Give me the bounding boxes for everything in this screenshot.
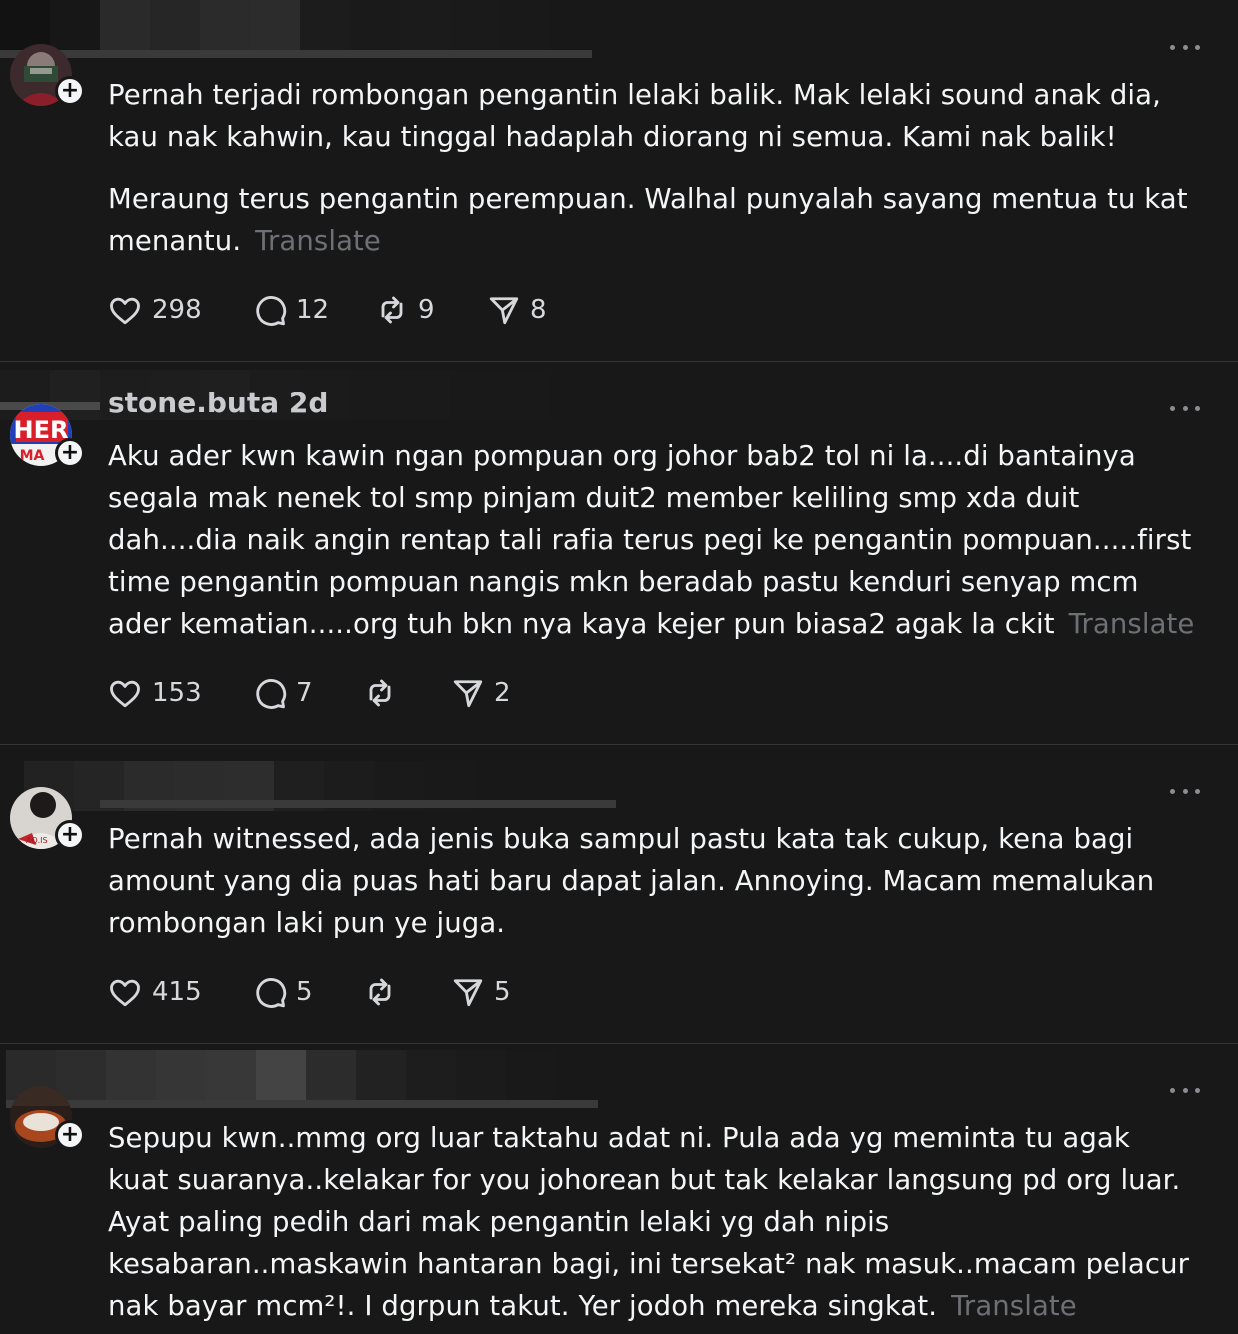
username-partial[interactable]: stone.buta 2d [108,392,368,416]
action-bar: 298 12 9 8 [106,290,547,330]
translate-link[interactable]: Translate [951,1290,1077,1322]
share-count: 2 [494,678,511,708]
post-text: Pernah terjadi rombongan pengantin lelak… [108,74,1198,262]
repost-button[interactable]: 9 [374,292,486,328]
reply-post: + Sepupu kwn..mmg org luar taktahu adat … [0,1044,1238,1334]
like-count: 298 [152,295,202,325]
repost-arrows-icon [369,679,391,707]
like-button[interactable]: 153 [106,675,252,711]
post-paragraph: Aku ader kwn kawin ngan pompuan org joho… [108,440,1192,640]
reply-count: 5 [296,977,313,1007]
reply-button[interactable]: 5 [252,974,362,1010]
more-dots-icon[interactable] [1170,786,1200,796]
more-dots-icon[interactable] [1170,42,1200,52]
post-text: Aku ader kwn kawin ngan pompuan org joho… [108,435,1198,645]
share-count: 8 [530,295,547,325]
reply-count: 7 [296,678,313,708]
repost-arrows-icon [369,978,391,1006]
svg-text:AQ.IS: AQ.IS [26,836,48,845]
follow-plus-icon[interactable]: + [55,1120,85,1150]
reply-post: + Pernah terjadi rombongan pengantin lel… [0,0,1238,362]
action-bar: 153 7 2 [106,673,511,713]
redacted-username [24,761,624,819]
reply-post: AQ.IS + Pernah witnessed, ada jenis buka… [0,745,1238,1044]
post-text: Pernah witnessed, ada jenis buka sampul … [108,818,1198,944]
reply-post: stone.buta 2d HER MA + Aku ader kwn kawi… [0,362,1238,745]
like-button[interactable]: 298 [106,292,252,328]
heart-outline-icon [110,680,140,708]
speech-bubble-icon [256,679,287,709]
action-bar: 415 5 5 [106,972,511,1012]
repost-count: 9 [418,295,435,325]
translate-link[interactable]: Translate [1069,608,1195,640]
reply-button[interactable]: 12 [252,292,374,328]
reply-count: 12 [296,295,330,325]
follow-plus-icon[interactable]: + [55,76,85,106]
like-button[interactable]: 415 [106,974,252,1010]
post-paragraph: Pernah witnessed, ada jenis buka sampul … [108,823,1155,939]
repost-button[interactable] [362,675,450,711]
repost-button[interactable] [362,974,450,1010]
translate-link[interactable]: Translate [255,225,381,257]
svg-text:MA: MA [20,448,45,464]
paper-plane-icon [453,680,483,708]
like-count: 153 [152,678,202,708]
share-button[interactable]: 2 [450,675,511,711]
more-dots-icon[interactable] [1170,1085,1200,1095]
reply-button[interactable]: 7 [252,675,362,711]
paper-plane-icon [489,297,519,325]
share-button[interactable]: 8 [486,292,547,328]
more-dots-icon[interactable] [1170,403,1200,413]
heart-outline-icon [110,297,140,325]
heart-outline-icon [110,979,140,1007]
thread-replies-feed: + Pernah terjadi rombongan pengantin lel… [0,0,1238,1334]
like-count: 415 [152,977,202,1007]
post-paragraph: Pernah terjadi rombongan pengantin lelak… [108,79,1161,153]
paper-plane-icon [453,979,483,1007]
speech-bubble-icon [256,296,287,326]
follow-plus-icon[interactable]: + [55,438,85,468]
speech-bubble-icon [256,978,287,1008]
post-text: Sepupu kwn..mmg org luar taktahu adat ni… [108,1117,1198,1327]
share-count: 5 [494,977,511,1007]
share-button[interactable]: 5 [450,974,511,1010]
follow-plus-icon[interactable]: + [55,820,85,850]
repost-arrows-icon [381,296,403,324]
